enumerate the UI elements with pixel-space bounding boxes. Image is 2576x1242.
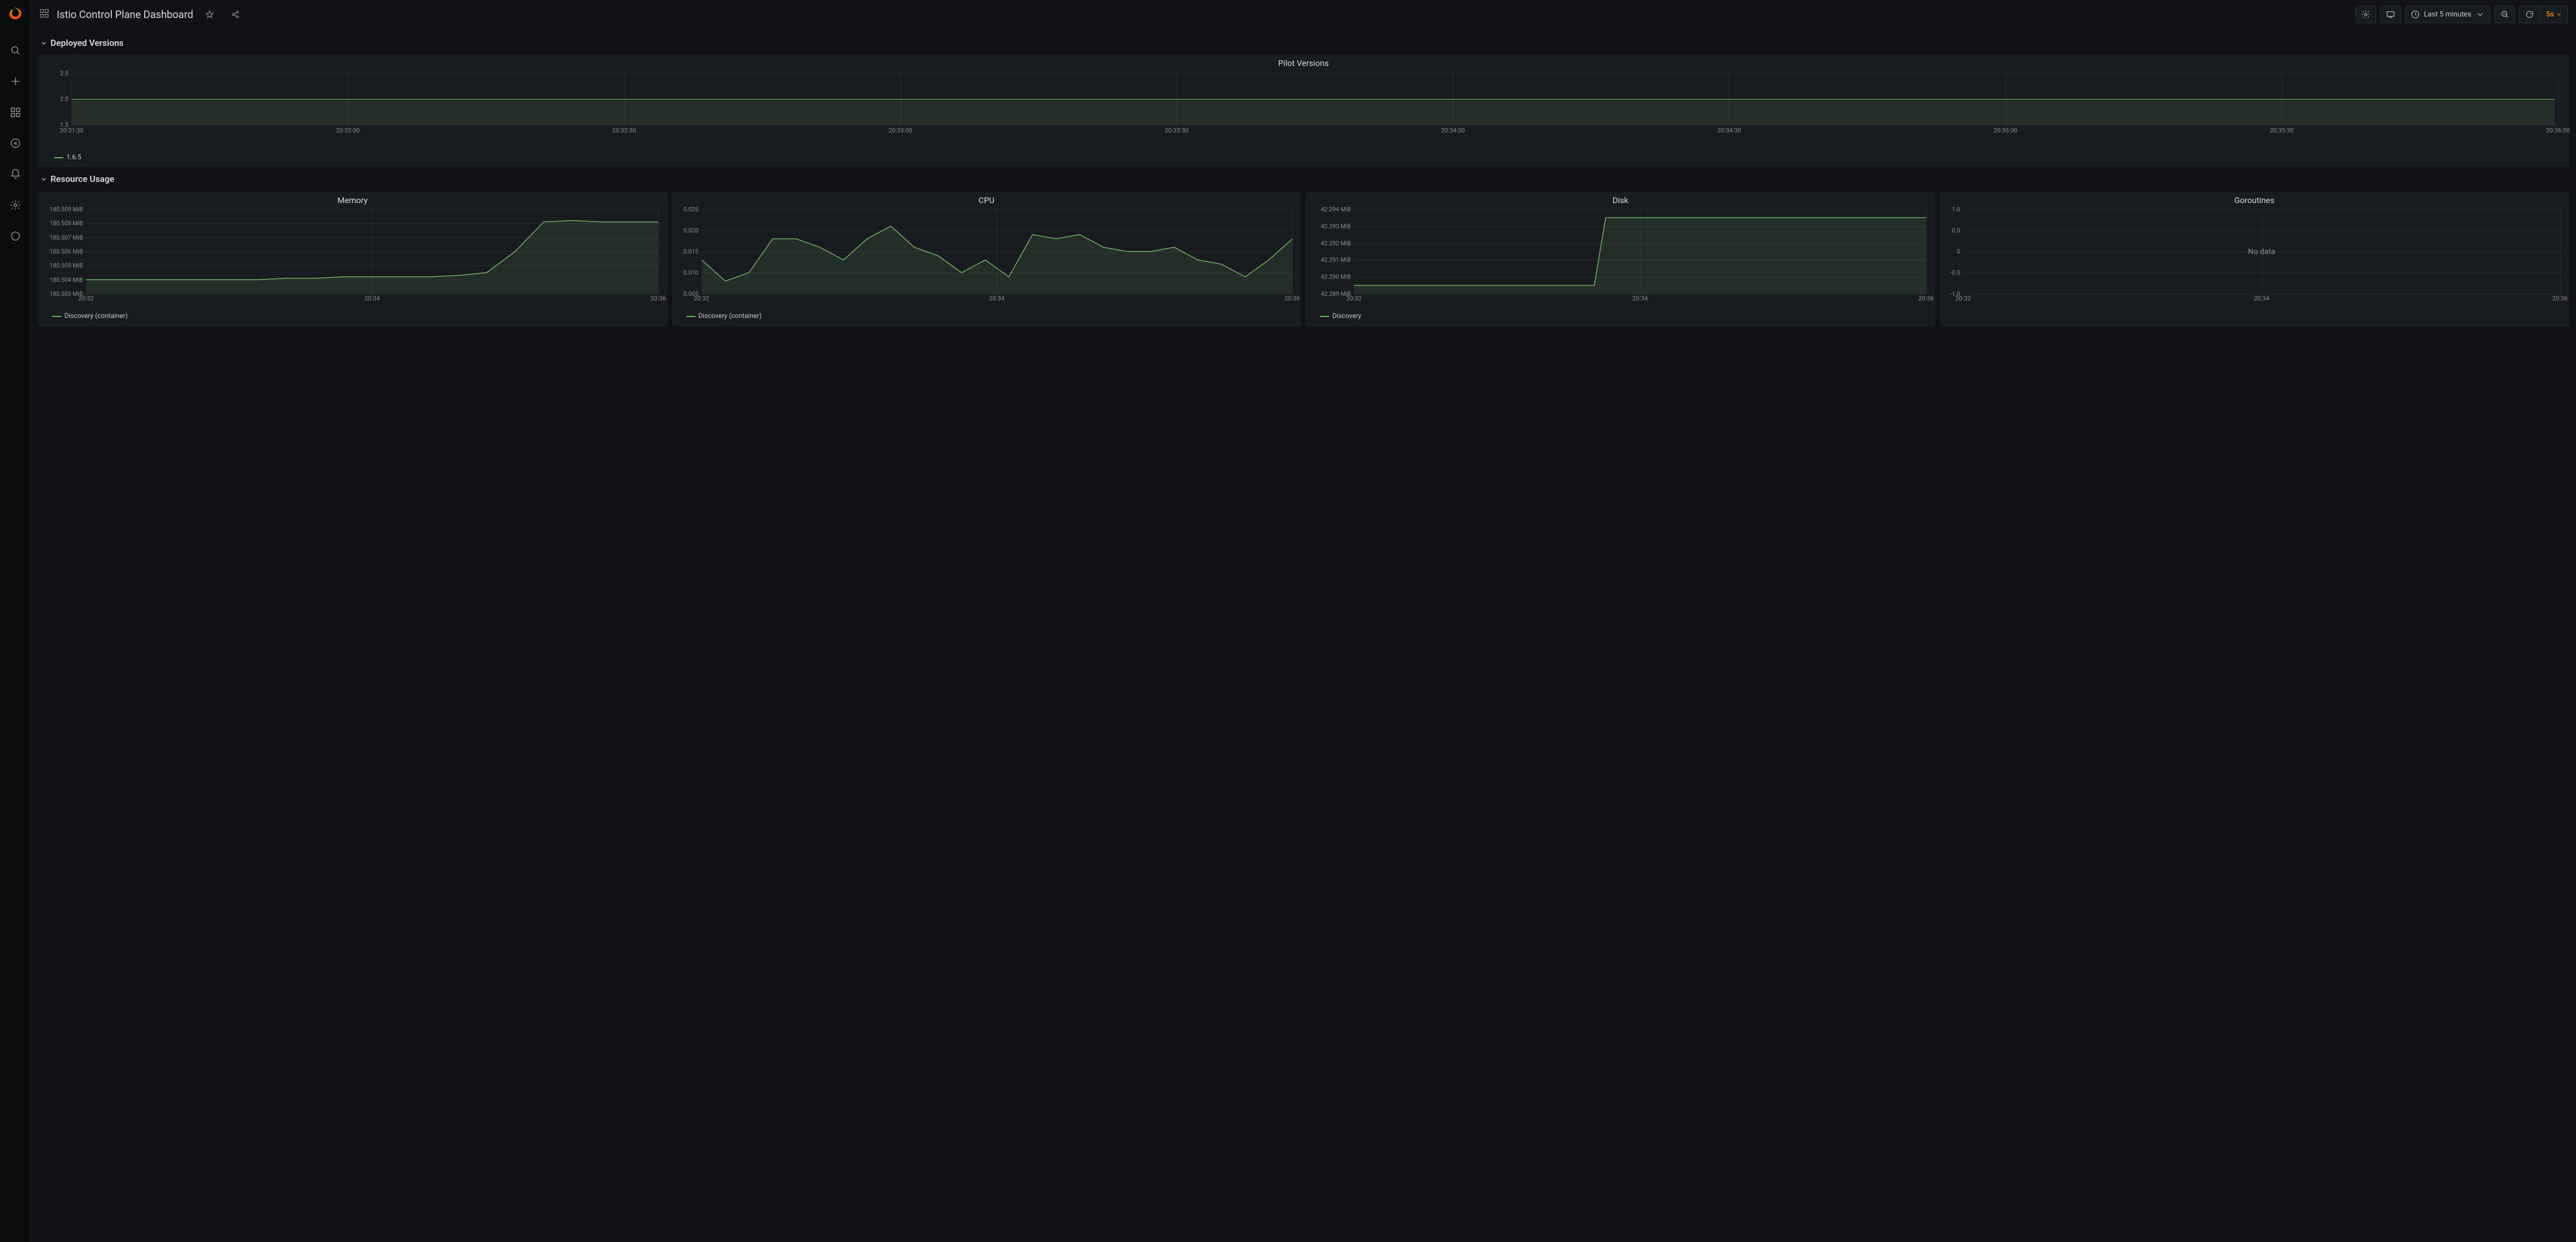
dashboard-title[interactable]: Istio Control Plane Dashboard: [57, 8, 193, 21]
refresh-button[interactable]: [2520, 6, 2539, 23]
panel-memory[interactable]: Memory 20:3220:3420:36180.503 MiB180.504…: [38, 192, 667, 326]
row-label: Resource Usage: [50, 174, 114, 184]
search-icon[interactable]: [5, 40, 26, 61]
panel-title: CPU: [673, 192, 1301, 206]
refresh-group: 5s: [2519, 6, 2568, 23]
zoom-out-button[interactable]: [2495, 6, 2515, 23]
dashboards-grid-icon[interactable]: [39, 8, 49, 21]
legend-label[interactable]: Discovery (container): [64, 312, 128, 320]
legend-label[interactable]: Discovery (container): [699, 312, 762, 320]
star-icon[interactable]: [200, 6, 219, 23]
dashboard-content: Deployed Versions Pilot Versions 1.52.02…: [31, 29, 2576, 1242]
explore-icon[interactable]: [5, 133, 26, 154]
panel-goroutines[interactable]: Goroutines No data20:3220:3420:36-1.0-0.…: [1940, 192, 2569, 326]
refresh-rate-picker[interactable]: 5s: [2539, 6, 2567, 23]
chevron-down-icon: [2556, 11, 2562, 18]
panel-title: Memory: [39, 192, 667, 206]
panel-cpu[interactable]: CPU 20:3220:3420:360.0050.0100.0150.0200…: [672, 192, 1301, 326]
dashboard-settings-button[interactable]: [2355, 6, 2376, 23]
panel-title: Goroutines: [1941, 192, 2569, 206]
chevron-down-icon: [40, 40, 47, 47]
share-icon[interactable]: [226, 6, 245, 23]
row-resource-usage[interactable]: Resource Usage: [38, 167, 2569, 188]
legend-swatch: [54, 157, 63, 158]
legend-label[interactable]: 1.6.5: [66, 154, 81, 161]
panel-pilot-versions[interactable]: Pilot Versions 1.52.02.5 20:31:3020:32:0…: [38, 55, 2569, 167]
row-label: Deployed Versions: [50, 38, 124, 48]
time-range-label: Last 5 minutes: [2424, 10, 2471, 19]
panel-title: Disk: [1307, 192, 1935, 206]
legend-swatch: [52, 316, 61, 317]
clock-icon: [2411, 10, 2420, 19]
alerting-icon[interactable]: [5, 164, 26, 184]
panel-title: Pilot Versions: [39, 55, 2568, 69]
server-admin-icon[interactable]: [5, 226, 26, 246]
create-icon[interactable]: [5, 71, 26, 92]
legend-swatch: [686, 316, 696, 317]
legend-label[interactable]: Discovery: [1332, 312, 1361, 320]
time-range-button[interactable]: Last 5 minutes: [2405, 6, 2490, 23]
chevron-down-icon: [2476, 10, 2485, 19]
topbar: Istio Control Plane Dashboard Last 5 min…: [31, 0, 2576, 29]
dashboards-icon[interactable]: [5, 102, 26, 123]
grafana-logo-icon[interactable]: [6, 5, 25, 25]
chevron-down-icon: [40, 176, 47, 183]
refresh-rate-label: 5s: [2546, 10, 2554, 19]
row-deployed-versions[interactable]: Deployed Versions: [38, 31, 2569, 52]
left-sidebar: [0, 0, 31, 1242]
panel-disk[interactable]: Disk 20:3220:3420:3642.289 MiB42.290 MiB…: [1306, 192, 1935, 326]
legend-swatch: [1320, 316, 1329, 317]
configuration-icon[interactable]: [5, 195, 26, 215]
pilot-chart: 1.52.02.5 20:31:3020:32:0020:32:3020:33:…: [39, 69, 2568, 152]
no-data-label: No data: [1963, 209, 2561, 294]
tv-mode-button[interactable]: [2380, 6, 2401, 23]
